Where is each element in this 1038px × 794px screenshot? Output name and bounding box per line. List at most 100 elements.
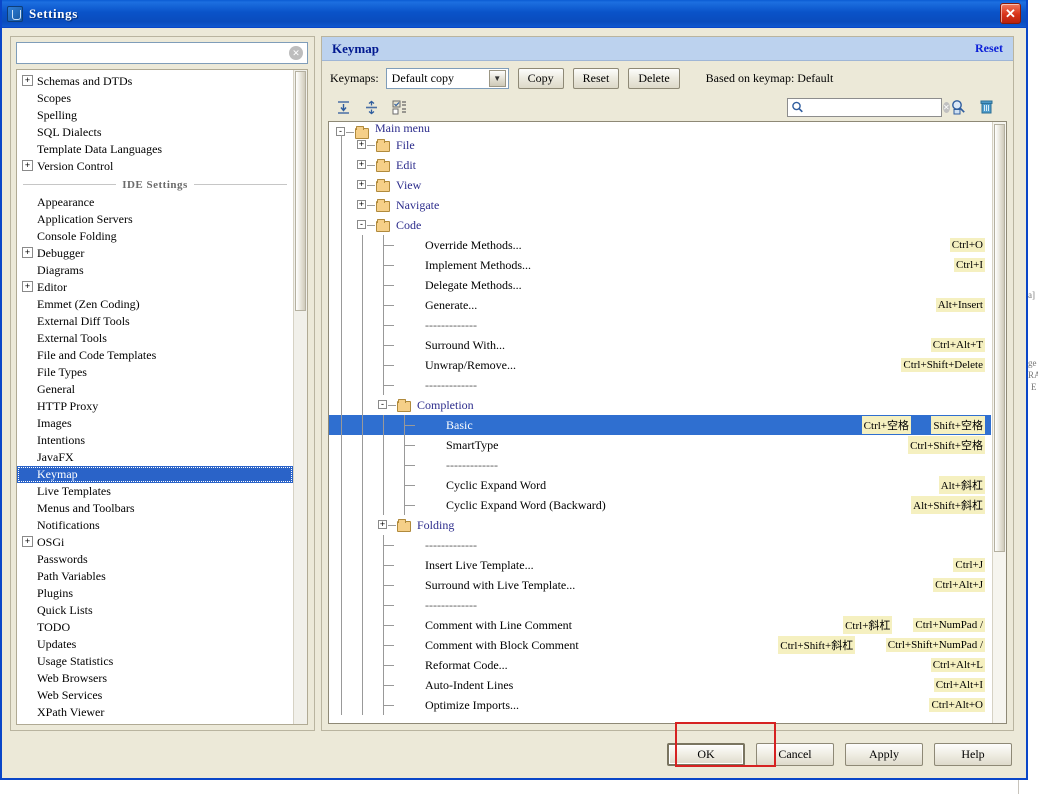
help-button[interactable]: Help [934, 742, 1012, 766]
keymap-tree-row[interactable]: Implement Methods... Ctrl+I [329, 255, 991, 275]
sidebar-item-web-browsers[interactable]: Web Browsers [17, 670, 293, 687]
tree-guide-line [341, 395, 342, 415]
sidebar-item-debugger[interactable]: Debugger [17, 245, 293, 262]
edit-shortcut-icon[interactable] [388, 97, 410, 117]
sidebar-item-updates[interactable]: Updates [17, 636, 293, 653]
expand-icon[interactable]: + [357, 140, 366, 149]
collapse-all-icon[interactable] [360, 97, 382, 117]
keymap-tree-group[interactable]: - Main menu [329, 122, 991, 139]
keymap-tree-row[interactable]: Delegate Methods... [329, 275, 991, 295]
collapse-icon[interactable]: - [357, 220, 366, 229]
shortcut-filter-input[interactable] [790, 100, 943, 114]
sidebar-item-live-templates[interactable]: Live Templates [17, 483, 293, 500]
keymap-tree-row[interactable]: Unwrap/Remove... Ctrl+Shift+Delete [329, 355, 991, 375]
keymap-select-value: Default copy [391, 70, 454, 85]
ok-button[interactable]: OK [667, 742, 745, 766]
expand-all-icon[interactable] [332, 97, 354, 117]
keymap-select[interactable]: Default copy ▼ [385, 67, 509, 89]
sidebar-item-todo[interactable]: TODO [17, 619, 293, 636]
keymap-tree-row[interactable]: Insert Live Template... Ctrl+J [329, 555, 991, 575]
sidebar-item-javafx[interactable]: JavaFX [17, 449, 293, 466]
sidebar-item-quick-lists[interactable]: Quick Lists [17, 602, 293, 619]
sidebar-item-schemas-and-dtds[interactable]: Schemas and DTDs [17, 73, 293, 90]
sidebar-item-editor[interactable]: Editor [17, 279, 293, 296]
chevron-down-icon[interactable]: ▼ [488, 69, 506, 87]
shortcut-filter-box[interactable]: ✕ [787, 97, 950, 117]
sidebar-item-path-variables[interactable]: Path Variables [17, 568, 293, 585]
sidebar-item-http-proxy[interactable]: HTTP Proxy [17, 398, 293, 415]
expand-icon[interactable]: + [378, 520, 387, 529]
expand-icon[interactable]: + [357, 180, 366, 189]
keymap-tree-row[interactable]: Cyclic Expand Word Alt+斜杠 [329, 475, 991, 495]
clear-filter-icon[interactable] [975, 97, 997, 117]
keymap-tree-row[interactable]: Surround with Live Template... Ctrl+Alt+J [329, 575, 991, 595]
keymap-tree-group[interactable]: + File [329, 135, 991, 155]
sidebar-item-notifications[interactable]: Notifications [17, 517, 293, 534]
keymap-tree-row[interactable]: Surround With... Ctrl+Alt+T [329, 335, 991, 355]
keymap-scrollbar-thumb[interactable] [994, 124, 1005, 552]
keymap-tree-row[interactable]: Reformat Code... Ctrl+Alt+L [329, 655, 991, 675]
reset-button[interactable]: Reset [572, 67, 620, 89]
sidebar-item-diagrams[interactable]: Diagrams [17, 262, 293, 279]
sidebar-item-menus-and-toolbars[interactable]: Menus and Toolbars [17, 500, 293, 517]
sidebar-item-version-control[interactable]: Version Control [17, 158, 293, 175]
keymap-action-label: Comment with Block Comment [425, 637, 579, 652]
sidebar-item-web-services[interactable]: Web Services [17, 687, 293, 704]
keymap-tree-row[interactable]: Optimize Imports... Ctrl+Alt+O [329, 695, 991, 715]
sidebar-item-external-diff-tools[interactable]: External Diff Tools [17, 313, 293, 330]
find-shortcut-icon[interactable] [947, 97, 969, 117]
close-icon[interactable]: ✕ [1000, 3, 1021, 24]
collapse-icon[interactable]: - [378, 400, 387, 409]
sidebar-item-sql-dialects[interactable]: SQL Dialects [17, 124, 293, 141]
sidebar-item-general[interactable]: General [17, 381, 293, 398]
sidebar-item-external-tools[interactable]: External Tools [17, 330, 293, 347]
keymap-tree[interactable]: - Main menu + File + Edit + View + Navigate - Code O… [329, 122, 991, 723]
keymap-tree-group[interactable]: - Completion [329, 395, 991, 415]
sidebar-item-console-folding[interactable]: Console Folding [17, 228, 293, 245]
sidebar-item-passwords[interactable]: Passwords [17, 551, 293, 568]
expand-icon[interactable]: + [357, 200, 366, 209]
keymap-tree-row[interactable]: Auto-Indent Lines Ctrl+Alt+I [329, 675, 991, 695]
sidebar-item-file-types[interactable]: File Types [17, 364, 293, 381]
sidebar-item-spelling[interactable]: Spelling [17, 107, 293, 124]
sidebar-item-osgi[interactable]: OSGi [17, 534, 293, 551]
sidebar-scrollbar-thumb[interactable] [295, 71, 306, 311]
keymap-tree-group[interactable]: + Folding [329, 515, 991, 535]
sidebar-item-template-data-languages[interactable]: Template Data Languages [17, 141, 293, 158]
apply-button[interactable]: Apply [845, 742, 923, 766]
sidebar-item-usage-statistics[interactable]: Usage Statistics [17, 653, 293, 670]
sidebar-item-xslt[interactable]: XSLT [17, 721, 293, 724]
cancel-button[interactable]: Cancel [756, 742, 834, 766]
copy-button[interactable]: Copy [517, 67, 564, 89]
settings-search-input[interactable] [17, 44, 289, 62]
reset-link[interactable]: Reset [975, 41, 1003, 56]
sidebar-item-emmet-zen-coding[interactable]: Emmet (Zen Coding) [17, 296, 293, 313]
sidebar-item-plugins[interactable]: Plugins [17, 585, 293, 602]
sidebar-item-images[interactable]: Images [17, 415, 293, 432]
keymap-tree-group[interactable]: - Code [329, 215, 991, 235]
keymap-tree-group[interactable]: + Navigate [329, 195, 991, 215]
keymap-tree-group[interactable]: + Edit [329, 155, 991, 175]
sidebar-scrollbar[interactable] [293, 70, 307, 724]
sidebar-item-intentions[interactable]: Intentions [17, 432, 293, 449]
keymap-tree-row[interactable]: SmartType Ctrl+Shift+空格 [329, 435, 991, 455]
sidebar-item-appearance[interactable]: Appearance [17, 194, 293, 211]
delete-button[interactable]: Delete [628, 67, 680, 89]
keymap-scrollbar[interactable] [992, 122, 1006, 723]
keymap-tree-row[interactable]: Basic Shift+空格 Ctrl+空格 [329, 415, 991, 435]
sidebar-item-scopes[interactable]: Scopes [17, 90, 293, 107]
keymap-tree-group[interactable]: + View [329, 175, 991, 195]
keymap-tree-row[interactable]: Cyclic Expand Word (Backward) Alt+Shift+斜… [329, 495, 991, 515]
clear-icon[interactable]: ✕ [289, 46, 303, 60]
keymap-tree-row[interactable]: Comment with Block Comment Ctrl+Shift+Num… [329, 635, 991, 655]
keymap-tree-row[interactable]: Comment with Line Comment Ctrl+NumPad / Ct… [329, 615, 991, 635]
sidebar-item-file-and-code-templates[interactable]: File and Code Templates [17, 347, 293, 364]
sidebar-item-xpath-viewer[interactable]: XPath Viewer [17, 704, 293, 721]
expand-icon[interactable]: + [357, 160, 366, 169]
keymap-tree-row[interactable]: Override Methods... Ctrl+O [329, 235, 991, 255]
settings-category-list: Schemas and DTDs Scopes Spelling SQL Dialec… [17, 70, 293, 724]
sidebar-item-keymap[interactable]: Keymap [17, 466, 293, 483]
keymap-tree-row[interactable]: Generate... Alt+Insert [329, 295, 991, 315]
settings-search-box[interactable]: ✕ [16, 42, 308, 64]
sidebar-item-application-servers[interactable]: Application Servers [17, 211, 293, 228]
